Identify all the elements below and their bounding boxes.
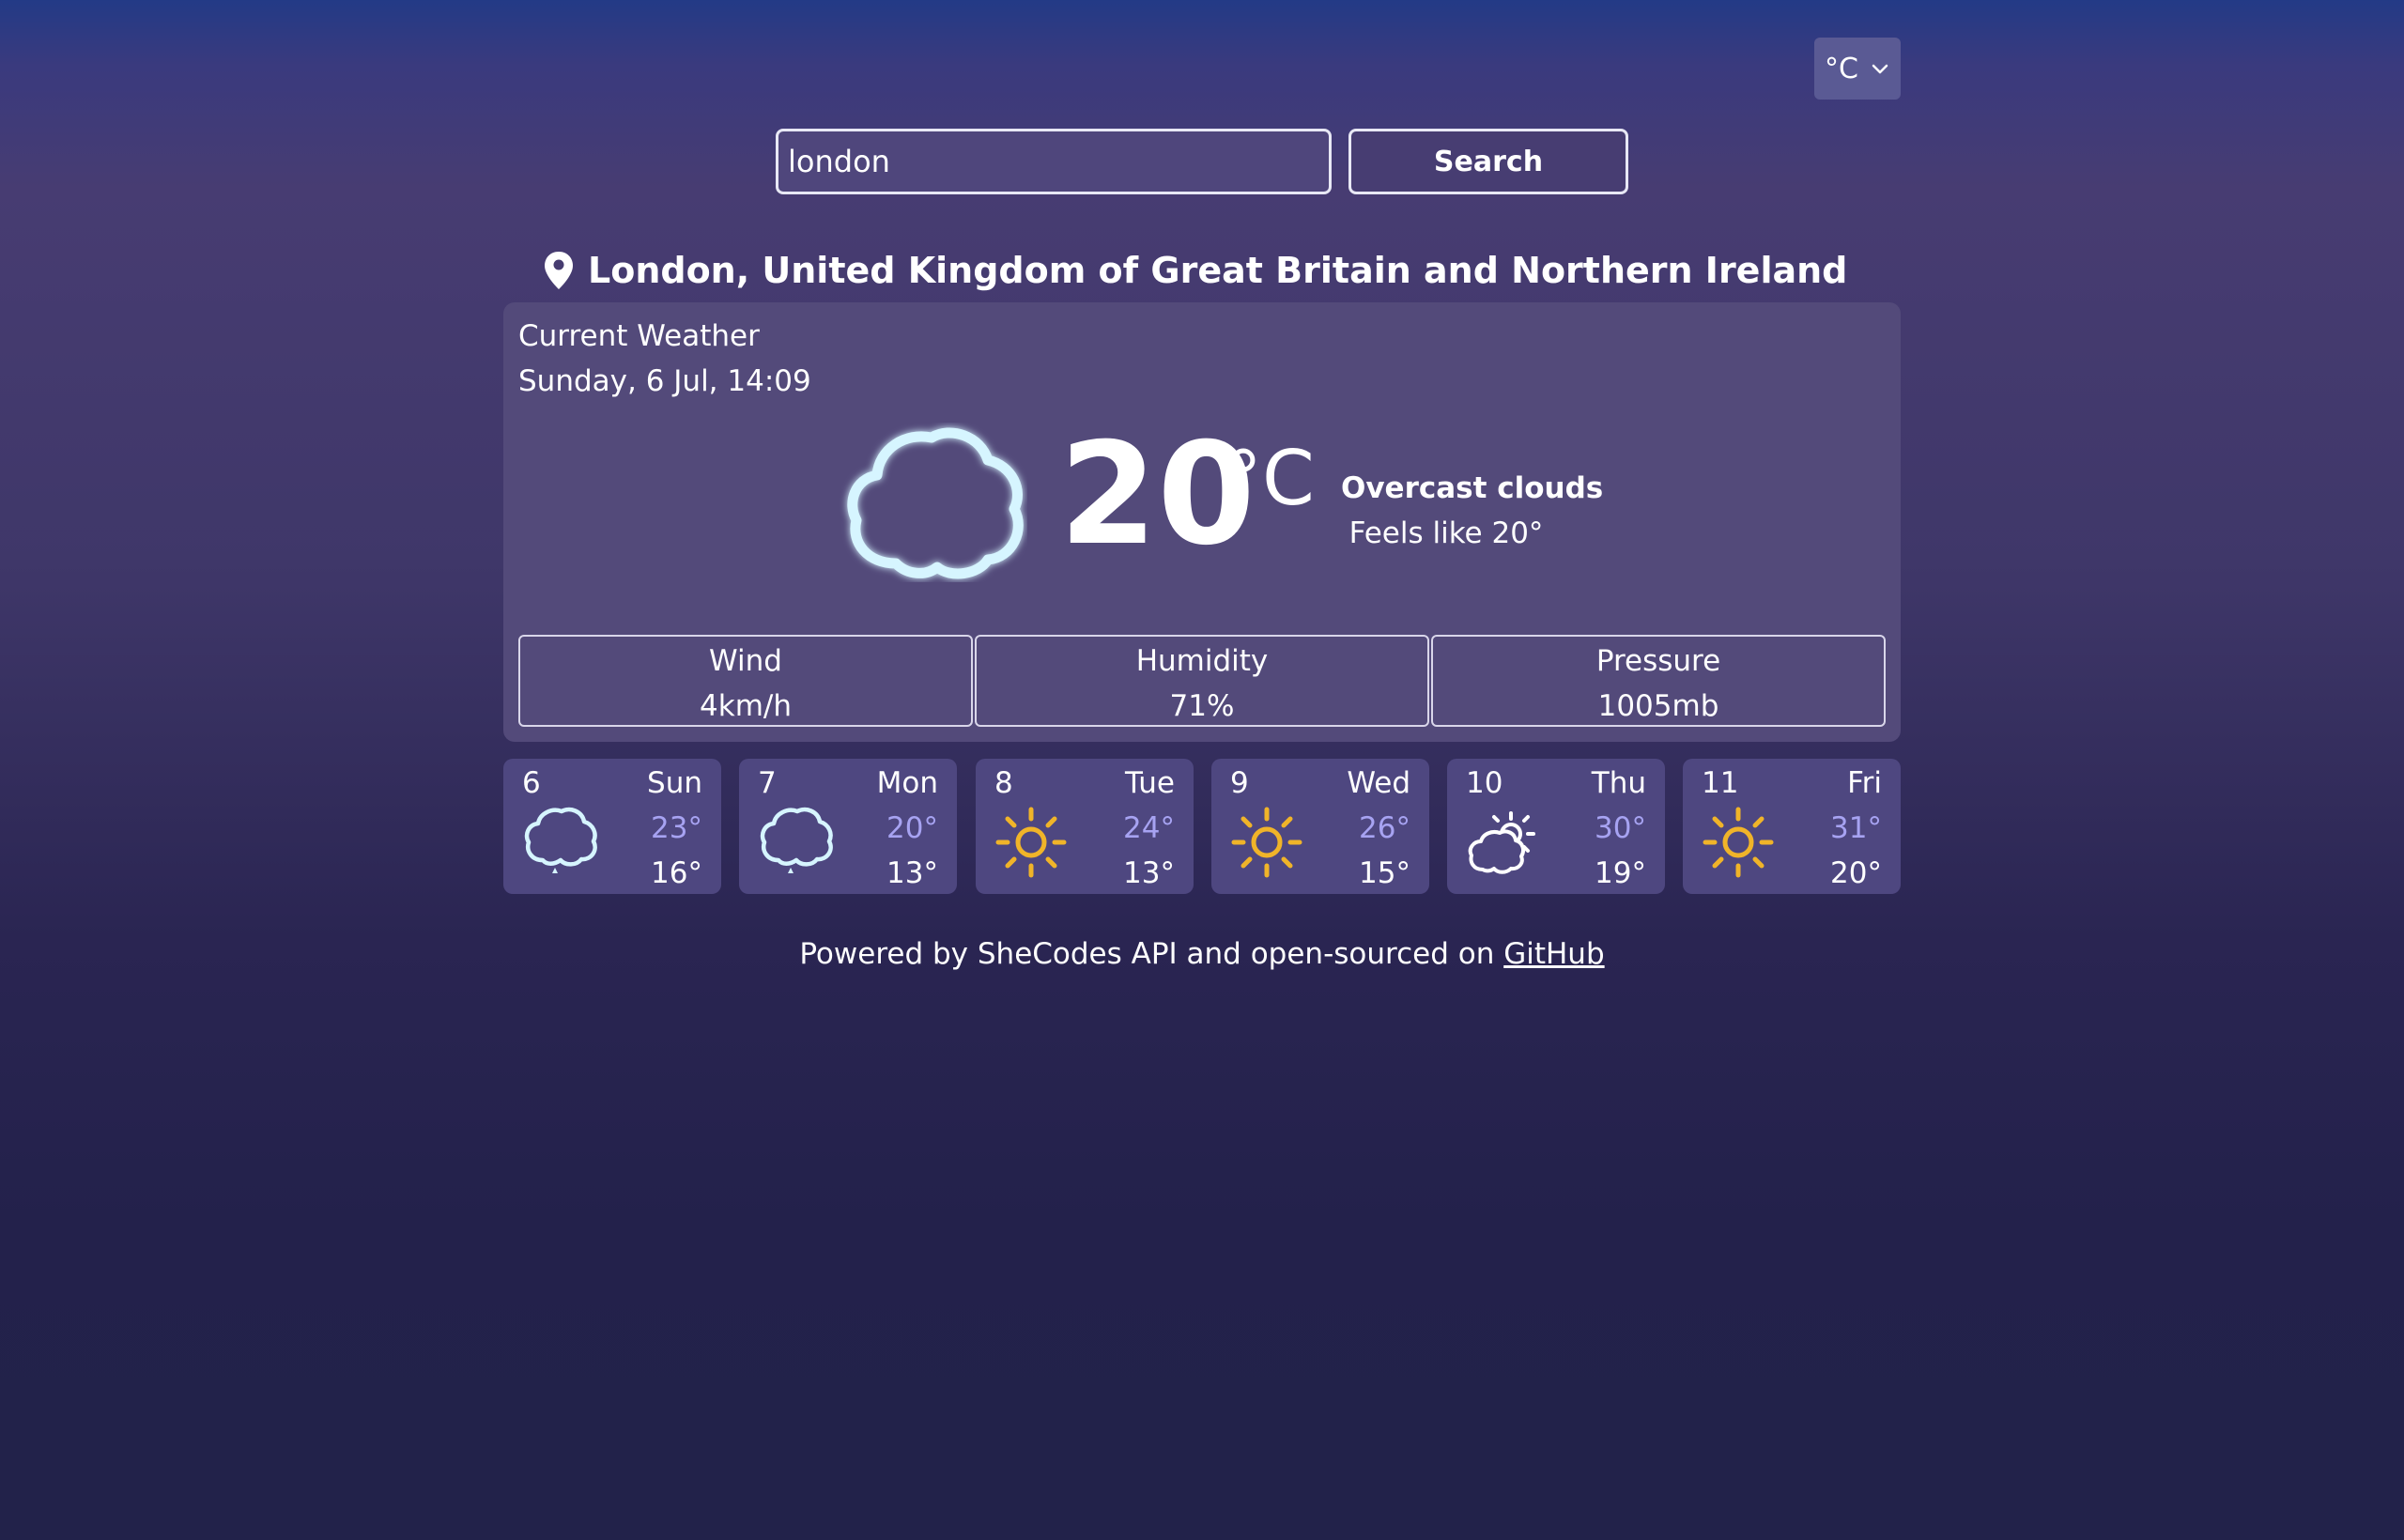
forecast-date: 11 xyxy=(1702,766,1739,800)
stat-humidity: Humidity 71% xyxy=(975,635,1429,727)
forecast-low: 19° xyxy=(1595,856,1646,890)
forecast-day: 6 Sun 23° 16° xyxy=(503,759,721,894)
forecast-low: 13° xyxy=(886,856,938,890)
feels-like: Feels like 20° xyxy=(1348,516,1544,550)
stat-label: Humidity xyxy=(1135,644,1269,678)
forecast-day: 11 Fri 31° 20° xyxy=(1683,759,1901,894)
forecast-weekday: Wed xyxy=(1347,766,1410,800)
forecast-high: 23° xyxy=(651,811,702,845)
sun-icon xyxy=(1703,807,1774,878)
stat-label: Wind xyxy=(709,644,782,678)
stat-value: 71% xyxy=(1169,689,1235,723)
stat-value: 1005mb xyxy=(1597,689,1719,723)
forecast-high: 26° xyxy=(1359,811,1410,845)
forecast-high: 24° xyxy=(1123,811,1175,845)
forecast-date: 7 xyxy=(758,766,777,800)
current-weather-card: Current Weather Sunday, 6 Jul, 14:09 20 … xyxy=(503,302,1901,742)
sun-icon xyxy=(995,807,1067,878)
sun-icon xyxy=(1231,807,1302,878)
stat-pressure: Pressure 1005mb xyxy=(1431,635,1886,727)
location-name: London, United Kingdom of Great Britain … xyxy=(588,250,1848,291)
forecast-high: 31° xyxy=(1830,811,1882,845)
github-link[interactable]: GitHub xyxy=(1503,937,1604,971)
forecast-date: 9 xyxy=(1230,766,1249,800)
footer-text: Powered by SheCodes API and open-sourced… xyxy=(799,937,1504,971)
forecast-low: 20° xyxy=(1830,856,1882,890)
unit-selector[interactable]: °C xyxy=(1814,38,1901,100)
forecast-day: 8 Tue 24° 13° xyxy=(976,759,1194,894)
forecast-weekday: Mon xyxy=(876,766,938,800)
partly-cloudy-icon xyxy=(1468,811,1535,874)
forecast-day: 9 Wed 26° 15° xyxy=(1211,759,1429,894)
forecast-date: 10 xyxy=(1466,766,1503,800)
cloud-icon xyxy=(524,807,597,873)
chevron-down-icon xyxy=(1872,64,1888,74)
forecast-date: 8 xyxy=(994,766,1013,800)
forecast-high: 20° xyxy=(886,811,938,845)
forecast-low: 15° xyxy=(1359,856,1410,890)
forecast-low: 13° xyxy=(1123,856,1175,890)
search-input[interactable] xyxy=(776,129,1332,194)
forecast-day: 7 Mon 20° 13° xyxy=(739,759,957,894)
forecast-date: 6 xyxy=(522,766,541,800)
search-button[interactable]: Search xyxy=(1348,129,1628,194)
forecast-low: 16° xyxy=(651,856,702,890)
weather-description: Overcast clouds xyxy=(1341,471,1604,505)
temperature-unit: °C xyxy=(1225,435,1315,522)
current-datetime: Sunday, 6 Jul, 14:09 xyxy=(518,364,811,398)
forecast-high: 30° xyxy=(1595,811,1646,845)
unit-selector-value: °C xyxy=(1825,52,1858,85)
cloud-icon xyxy=(760,807,833,873)
stat-wind: Wind 4km/h xyxy=(518,635,973,727)
forecast-weekday: Sun xyxy=(647,766,702,800)
forecast-day: 10 Thu 30° 19° xyxy=(1447,759,1665,894)
forecast-weekday: Fri xyxy=(1847,766,1882,800)
location-header: London, United Kingdom of Great Britain … xyxy=(543,246,1847,295)
stat-label: Pressure xyxy=(1595,644,1721,678)
footer: Powered by SheCodes API and open-sourced… xyxy=(0,937,2404,971)
forecast-weekday: Thu xyxy=(1591,766,1646,800)
cloud-icon xyxy=(847,427,1024,579)
current-weather-label: Current Weather xyxy=(518,319,760,353)
location-pin-icon xyxy=(545,252,573,289)
stat-value: 4km/h xyxy=(700,689,792,723)
forecast-weekday: Tue xyxy=(1125,766,1175,800)
